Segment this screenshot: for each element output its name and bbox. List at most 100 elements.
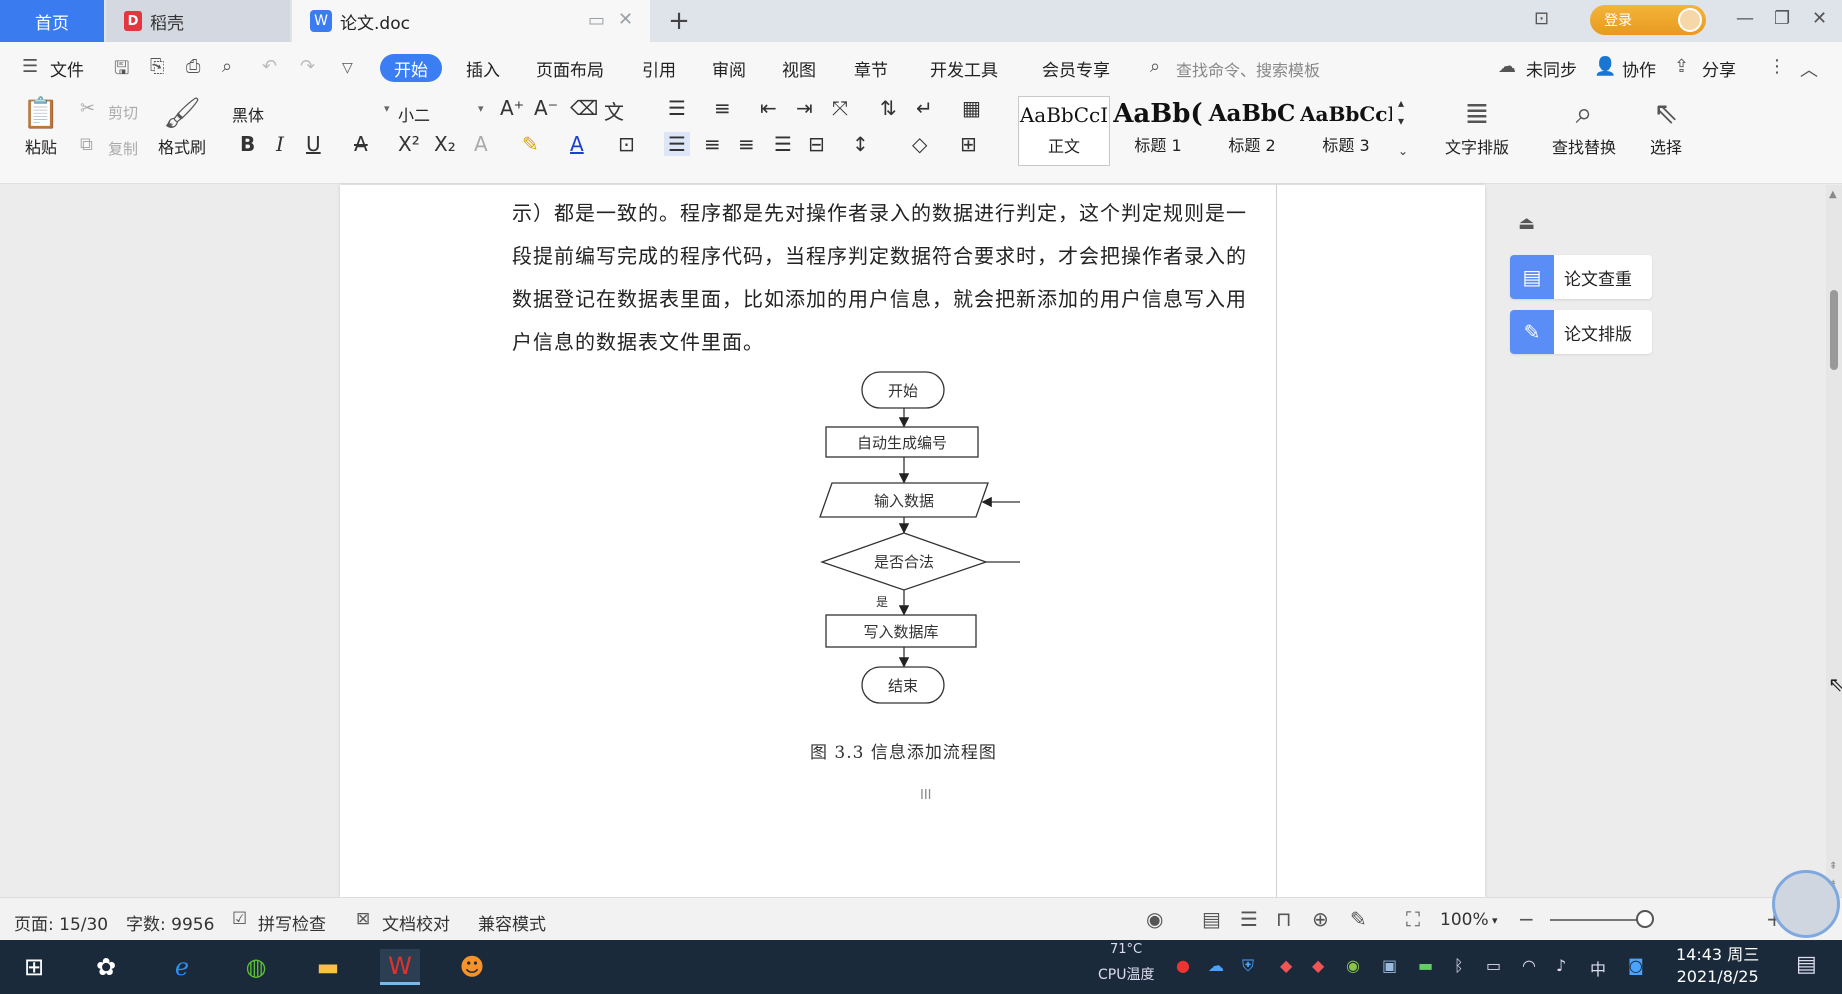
zoom-dropdown-icon[interactable]: ▾ [1492, 914, 1498, 927]
highlight-icon[interactable]: ✎ [522, 132, 539, 156]
export-icon[interactable]: ⎘ [150, 56, 164, 77]
collaborate-button[interactable]: 协作 [1622, 56, 1656, 81]
vertical-scrollbar[interactable]: ▲ ⇞ ⇟ [1826, 185, 1842, 897]
find-replace-button[interactable]: ⌕ 查找替换 [1536, 94, 1632, 158]
shrink-font-icon[interactable]: A⁻ [534, 96, 558, 120]
style-heading-2[interactable]: AaBbC 标题 2 [1206, 96, 1298, 166]
char-border-icon[interactable]: ⊡ [618, 132, 635, 156]
eye-protection-icon[interactable]: ◉ [1146, 907, 1163, 931]
prev-page-icon[interactable]: ⇞ [1829, 861, 1837, 872]
styles-up-icon[interactable]: ▴ [1398, 96, 1404, 110]
chinese-layout-icon[interactable]: ⤧ [832, 96, 848, 120]
restore-tab-icon[interactable]: ▭ [588, 10, 605, 31]
tab-view[interactable]: 视图 [782, 56, 816, 81]
minimize-icon[interactable]: — [1736, 8, 1754, 29]
italic-icon[interactable]: I [276, 132, 284, 156]
tray-app-icon[interactable]: ● [1176, 956, 1190, 975]
styles-down-icon[interactable]: ▾ [1398, 114, 1404, 128]
tray-display-icon[interactable]: ▣ [1382, 956, 1397, 975]
app-game-icon[interactable]: ☻ [452, 949, 492, 985]
cut-icon[interactable]: ✂ [80, 98, 95, 119]
copy-button[interactable]: 复制 [108, 138, 138, 159]
tab-page-layout[interactable]: 页面布局 [536, 56, 604, 81]
notification-center-icon[interactable]: ▤ [1796, 952, 1817, 977]
word-count[interactable]: 字数: 9956 [126, 910, 214, 935]
save-icon[interactable]: 🖫 [114, 56, 129, 86]
tab-start[interactable]: 开始 [380, 54, 442, 82]
login-button[interactable]: 登录 [1590, 5, 1706, 35]
align-center-icon[interactable]: ≡ [704, 132, 721, 156]
tab-member[interactable]: 会员专享 [1042, 56, 1110, 81]
font-color-icon[interactable]: A [570, 132, 584, 156]
outline-view-icon[interactable]: ☰ [1240, 907, 1258, 931]
style-normal[interactable]: AaBbCcI 正文 [1018, 96, 1110, 166]
font-name-select[interactable]: 黑体 [232, 102, 264, 126]
redo-icon[interactable]: ↷ [300, 56, 315, 77]
select-button[interactable]: ⇖ 选择 [1640, 94, 1692, 158]
tray-green-icon[interactable]: ◉ [1346, 956, 1360, 975]
sync-status[interactable]: 未同步 [1526, 56, 1577, 81]
tab-developer[interactable]: 开发工具 [930, 56, 998, 81]
zoom-level[interactable]: 100% [1440, 910, 1489, 930]
paste-button[interactable]: 📋 粘贴 [14, 94, 68, 158]
document-page[interactable]: 示）都是一致的。程序都是先对操作者录入的数据进行判定，这个判定规则是一 段提前编… [340, 185, 1485, 897]
scroll-thumb[interactable] [1830, 290, 1838, 370]
font-size-dropdown-icon[interactable]: ▾ [478, 102, 484, 115]
fit-page-icon[interactable]: ⛶ [1406, 907, 1420, 931]
windows-start-icon[interactable]: ⊞ [14, 949, 54, 985]
numbering-icon[interactable]: ≡ [714, 96, 731, 120]
tab-chapter[interactable]: 章节 [854, 56, 888, 81]
file-explorer-icon[interactable]: ▬ [308, 949, 348, 985]
hamburger-icon[interactable]: ☰ [22, 56, 38, 77]
strikethrough-icon[interactable]: A [354, 132, 368, 156]
web-view-icon[interactable]: ⊕ [1312, 907, 1329, 931]
more-icon[interactable]: ⋮ [1768, 56, 1786, 77]
copy-icon[interactable]: ⧉ [80, 134, 93, 155]
clear-format-icon[interactable]: ⌫ [570, 96, 598, 120]
reading-view-icon[interactable]: ⊓ [1276, 907, 1292, 931]
style-heading-3[interactable]: AaBbCcI 标题 3 [1300, 96, 1392, 166]
superscript-icon[interactable]: X² [398, 132, 420, 156]
thesis-check-button[interactable]: ▤ 论文查重 [1510, 255, 1652, 299]
tab-docer[interactable]: D 稻壳 [106, 0, 290, 42]
system-clock[interactable]: 14:43 周三 2021/8/25 [1676, 944, 1759, 988]
align-left-icon[interactable]: ☰ [664, 132, 690, 156]
collapse-ribbon-icon[interactable]: ︿ [1800, 56, 1818, 82]
flowchart[interactable]: 开始 自动生成编号 输入数据 是否合法 写入数据库 结束 是 否 [800, 370, 1020, 730]
grow-font-icon[interactable]: A⁺ [500, 96, 524, 120]
tab-insert[interactable]: 插入 [466, 56, 500, 81]
wps-office-icon[interactable]: W [380, 949, 420, 985]
increase-indent-icon[interactable]: ⇥ [796, 96, 813, 120]
bullets-icon[interactable]: ☰ [668, 96, 686, 120]
tray-security-icon[interactable]: ⛨ [1242, 956, 1254, 976]
text-effect-icon[interactable]: A [474, 132, 488, 156]
zoom-slider[interactable] [1550, 919, 1650, 921]
borders-icon[interactable]: ⊞ [960, 132, 977, 156]
show-marks-icon[interactable]: ↵ [916, 96, 933, 120]
style-heading-1[interactable]: AaBb( 标题 1 [1112, 96, 1204, 166]
close-window-icon[interactable]: ✕ [1812, 8, 1827, 29]
new-tab-button[interactable]: + [664, 0, 694, 42]
underline-icon[interactable]: U [306, 132, 321, 156]
spell-check-button[interactable]: 拼写检查 [258, 910, 326, 935]
decrease-indent-icon[interactable]: ⇤ [760, 96, 777, 120]
cut-button[interactable]: 剪切 [108, 102, 138, 123]
justify-icon[interactable]: ☰ [774, 132, 792, 156]
text-layout-button[interactable]: ≣ 文字排版 [1432, 94, 1522, 158]
maximize-icon[interactable]: ❐ [1774, 8, 1790, 29]
tab-references[interactable]: 引用 [642, 56, 676, 81]
share-button[interactable]: 分享 [1702, 56, 1736, 81]
page-view-icon[interactable]: ▤ [1202, 907, 1221, 931]
shading-icon[interactable]: ◇ [912, 132, 927, 156]
bold-icon[interactable]: B [240, 132, 255, 156]
phonetic-icon[interactable]: 文 [604, 96, 624, 125]
ie-browser-icon[interactable]: ℯ [162, 949, 202, 985]
bluetooth-icon[interactable]: ᛒ [1454, 956, 1464, 975]
tab-home[interactable]: 首页 [0, 0, 104, 42]
format-painter-button[interactable]: 🖌 格式刷 [154, 94, 210, 158]
tray-q-icon[interactable]: ◙ [1628, 956, 1644, 975]
line-spacing-icon[interactable]: ↕ [852, 132, 869, 156]
app-pinwheel-icon[interactable]: ✿ [86, 949, 126, 985]
tray-qq-icon[interactable]: ◆ [1280, 956, 1292, 975]
customize-toolbar-icon[interactable]: ▽ [342, 60, 353, 76]
